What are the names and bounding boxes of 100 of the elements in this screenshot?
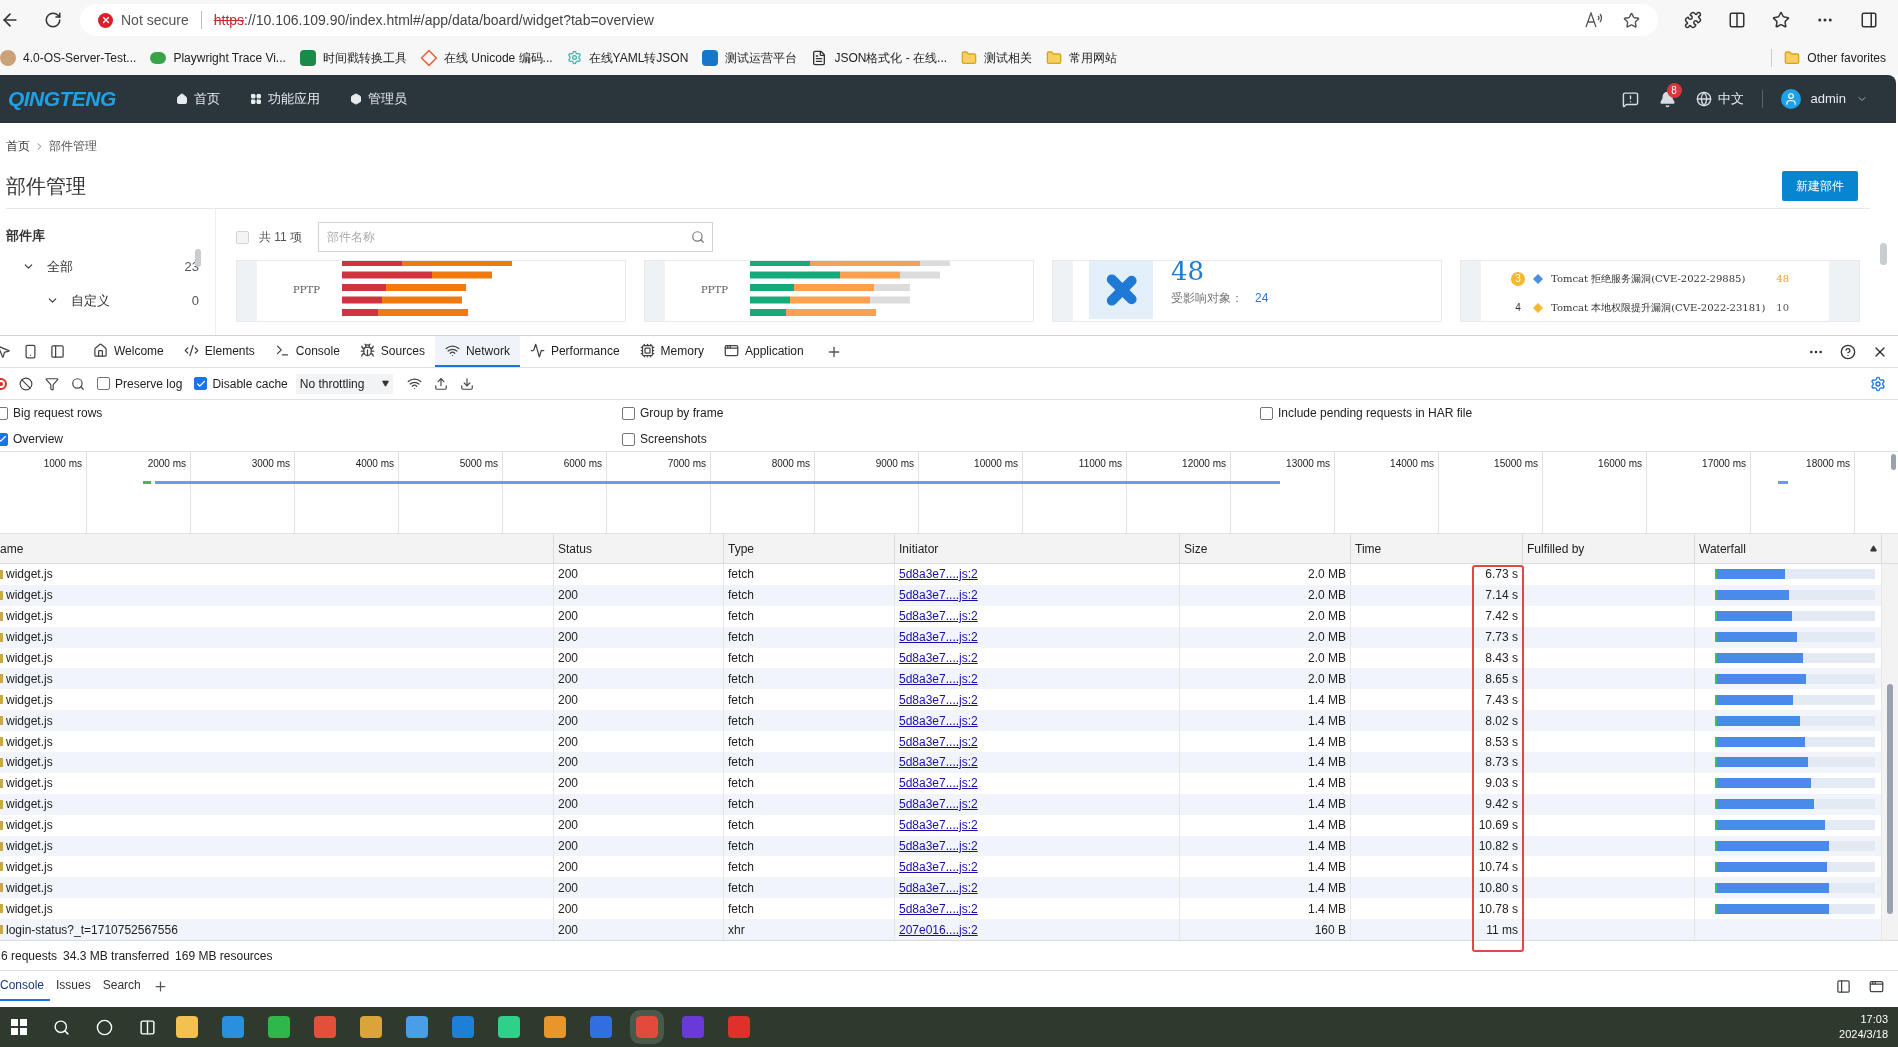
tree-item[interactable]: 全部 xyxy=(47,256,185,277)
settings-icon[interactable] xyxy=(1870,375,1886,392)
feedback-icon[interactable] xyxy=(1621,90,1639,108)
sidebar-icon[interactable] xyxy=(1860,11,1878,29)
initiator-link[interactable]: 5d8a3e7....js:2 xyxy=(899,774,978,793)
initiator-link[interactable]: 5d8a3e7....js:2 xyxy=(899,711,978,730)
request-name[interactable]: widget.js xyxy=(6,649,53,667)
dock-icon[interactable] xyxy=(50,344,65,359)
search-icon[interactable] xyxy=(53,1018,70,1036)
device-icon[interactable] xyxy=(23,344,38,359)
table-row[interactable]: widget.js 200 fetch 5d8a3e7....js:2 1.4 MB 10.78 s xyxy=(0,898,1882,920)
upload-icon[interactable] xyxy=(434,376,449,391)
table-row[interactable]: widget.js 200 fetch 5d8a3e7....js:2 1.4 MB 8.53 s xyxy=(0,731,1882,752)
bookmark[interactable]: Other favorites xyxy=(1784,48,1898,67)
throttling-select[interactable]: No throttling xyxy=(295,373,394,394)
clear-icon[interactable] xyxy=(19,376,33,391)
drawer-tab[interactable]: Search xyxy=(96,971,147,1002)
add-tab-icon[interactable] xyxy=(152,978,168,994)
bookmark[interactable]: 时间戳转换工具 xyxy=(299,44,421,71)
devtools-tab[interactable]: Performance xyxy=(519,336,630,367)
bookmark[interactable]: 在线 Unicode 编码... xyxy=(420,44,567,71)
request-name[interactable]: widget.js xyxy=(6,669,53,688)
checkbox[interactable] xyxy=(1260,406,1273,420)
search-icon[interactable] xyxy=(71,376,85,391)
windows-icon[interactable] xyxy=(11,1019,27,1035)
split-screen-icon[interactable] xyxy=(1728,11,1746,29)
column-header[interactable]: Time xyxy=(1355,539,1382,558)
checkbox[interactable] xyxy=(622,406,635,420)
request-name[interactable]: widget.js xyxy=(6,878,53,897)
globe-icon[interactable] xyxy=(1695,91,1712,107)
request-name[interactable]: widget.js xyxy=(6,774,53,793)
column-header[interactable]: Waterfall xyxy=(1699,539,1746,558)
initiator-link[interactable]: 5d8a3e7....js:2 xyxy=(899,628,978,647)
column-header[interactable]: Initiator xyxy=(899,539,939,558)
initiator-link[interactable]: 207e016....js:2 xyxy=(899,920,978,939)
cortana-icon[interactable] xyxy=(96,1018,113,1036)
sort-up-icon[interactable] xyxy=(1870,545,1877,552)
initiator-link[interactable]: 5d8a3e7....js:2 xyxy=(899,690,978,709)
bookmark[interactable]: 常用网站 xyxy=(1046,44,1132,71)
select-all-checkbox[interactable] xyxy=(236,230,249,244)
language-label[interactable]: 中文 xyxy=(1717,89,1744,109)
initiator-link[interactable]: 5d8a3e7....js:2 xyxy=(899,649,978,667)
bookmark[interactable]: 测试相关 xyxy=(961,44,1047,71)
breadcrumb-link[interactable]: 首页 xyxy=(6,137,30,155)
checkbox[interactable] xyxy=(622,432,635,446)
initiator-link[interactable]: 5d8a3e7....js:2 xyxy=(899,669,978,688)
checkbox[interactable] xyxy=(194,377,208,390)
reload-icon[interactable] xyxy=(44,11,62,29)
table-row[interactable]: widget.js 200 fetch 5d8a3e7....js:2 1.4 MB 7.43 s xyxy=(0,689,1882,711)
table-row[interactable]: widget.js 200 fetch 5d8a3e7....js:2 2.0 MB 8.65 s xyxy=(0,668,1882,690)
checkbox[interactable] xyxy=(97,377,110,390)
request-name[interactable]: widget.js xyxy=(6,628,53,647)
table-row[interactable]: widget.js 200 fetch 5d8a3e7....js:2 1.4 MB 8.02 s xyxy=(0,710,1882,732)
bookmark[interactable]: 4.0-OS-Server-Test... xyxy=(0,44,151,71)
table-row[interactable]: widget.js 200 fetch 5d8a3e7....js:2 1.4 MB 9.42 s xyxy=(0,793,1882,815)
address-bar[interactable]: Not secure https://10.106.109.90/index.html#/app/data/board/widget?tab=overview xyxy=(80,4,1658,36)
app-icon[interactable] xyxy=(498,1016,520,1038)
devtools-tab[interactable]: Console xyxy=(264,336,350,367)
table-row[interactable]: widget.js 200 fetch 5d8a3e7....js:2 1.4 MB 10.82 s xyxy=(0,835,1882,857)
initiator-link[interactable]: 5d8a3e7....js:2 xyxy=(899,795,978,814)
app-icon[interactable] xyxy=(544,1016,566,1038)
request-name[interactable]: widget.js xyxy=(6,899,53,918)
filter-icon[interactable] xyxy=(45,376,59,391)
devtools-tab[interactable]: Network xyxy=(434,336,520,367)
bookmark[interactable]: 测试运营平台 xyxy=(702,44,812,71)
initiator-link[interactable]: 5d8a3e7....js:2 xyxy=(899,565,978,584)
column-header[interactable]: Fulfilled by xyxy=(1527,539,1585,558)
network-conditions-icon[interactable] xyxy=(407,376,423,391)
request-name[interactable]: widget.js xyxy=(6,690,53,709)
table-row[interactable]: widget.js 200 fetch 5d8a3e7....js:2 1.4 MB 10.69 s xyxy=(0,814,1882,836)
table-row[interactable]: widget.js 200 fetch 5d8a3e7....js:2 2.0 MB 6.73 s xyxy=(0,564,1882,585)
search-field[interactable]: 部件名称 xyxy=(318,222,714,252)
drawer-tab[interactable]: Issues xyxy=(50,971,97,1002)
task-view-icon[interactable] xyxy=(139,1018,156,1036)
initiator-link[interactable]: 5d8a3e7....js:2 xyxy=(899,857,978,876)
app-icon[interactable] xyxy=(360,1016,382,1038)
table-row[interactable]: widget.js 200 fetch 5d8a3e7....js:2 2.0 MB 8.43 s xyxy=(0,647,1882,669)
request-name[interactable]: widget.js xyxy=(6,607,53,626)
request-name[interactable]: login-status?_t=1710752567556 xyxy=(6,920,178,939)
bookmark[interactable]: Playwright Trace Vi... xyxy=(150,44,300,71)
table-row[interactable]: widget.js 200 fetch 5d8a3e7....js:2 2.0 MB 7.42 s xyxy=(0,605,1882,627)
help-icon[interactable] xyxy=(1840,343,1856,360)
devtools-tab[interactable]: Application xyxy=(713,336,814,367)
drawer-icon[interactable] xyxy=(1869,978,1884,994)
devtools-tab[interactable]: Memory xyxy=(629,336,714,367)
request-name[interactable]: widget.js xyxy=(6,795,53,814)
favorite-icon[interactable] xyxy=(1623,11,1640,29)
extensions-icon[interactable] xyxy=(1684,11,1702,29)
app-icon[interactable] xyxy=(176,1016,198,1038)
table-row[interactable]: widget.js 200 fetch 5d8a3e7....js:2 2.0 MB 7.14 s xyxy=(0,584,1882,606)
tree-item[interactable]: 自定义 xyxy=(71,290,192,311)
initiator-link[interactable]: 5d8a3e7....js:2 xyxy=(899,878,978,897)
devtools-tab[interactable]: Welcome xyxy=(83,336,174,367)
initiator-link[interactable]: 5d8a3e7....js:2 xyxy=(899,732,978,751)
app-icon[interactable] xyxy=(406,1016,428,1038)
app-icon[interactable] xyxy=(268,1016,290,1038)
request-name[interactable]: widget.js xyxy=(6,732,53,751)
nav-item[interactable]: 功能应用 xyxy=(249,89,320,109)
bookmark[interactable]: 在线YAML转JSON xyxy=(566,44,703,71)
nav-item[interactable]: 管理员 xyxy=(349,89,407,109)
